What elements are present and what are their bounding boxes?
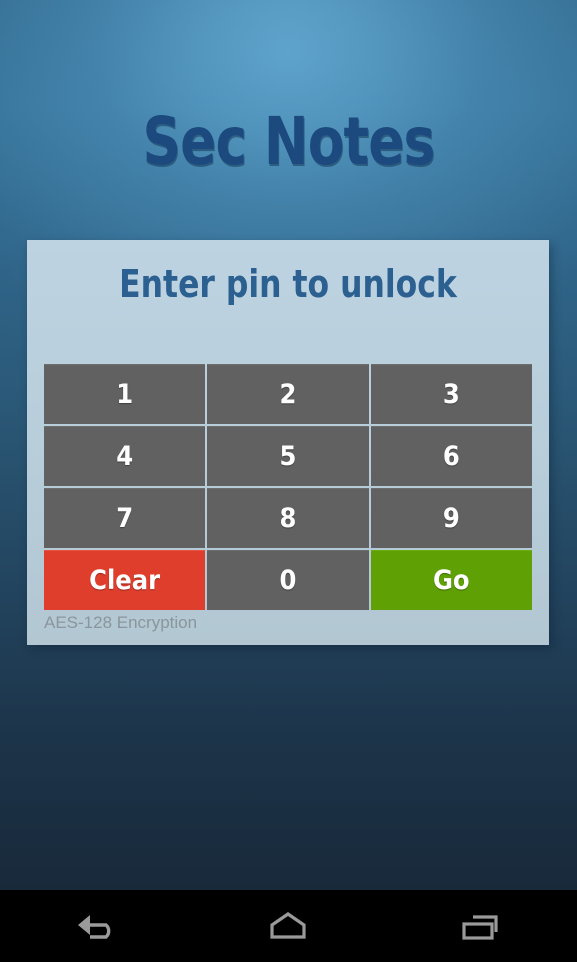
key-9[interactable]: 9 [370,488,532,548]
clear-button[interactable]: Clear [44,550,206,610]
phone-screen: Sec Notes Enter pin to unlock 123456789C… [0,0,577,962]
nav-back-button[interactable] [0,890,192,962]
encryption-note: AES-128 Encryption [44,613,198,632]
back-icon [68,906,124,946]
card-heading: Enter pin to unlock [119,262,457,306]
key-7[interactable]: 7 [44,488,206,548]
recents-icon [453,906,509,946]
key-1[interactable]: 1 [44,364,206,424]
key-3[interactable]: 3 [370,364,532,424]
home-icon [259,906,317,946]
key-8[interactable]: 8 [207,488,369,548]
pin-unlock-card: Enter pin to unlock 1 2 3 4 5 6 7 8 9 Clear 0 Go AE… [27,240,549,645]
app-title: Sec Notes [142,103,436,180]
android-navigation-bar [0,890,577,962]
key-0[interactable]: 0 [207,550,369,610]
keypad-row: 789 [44,488,532,548]
keypad-row: Clear 0 Go [44,550,532,610]
key-4[interactable]: 4 [44,426,206,486]
go-button[interactable]: Go [370,550,532,610]
keypad-row: 456 [44,426,532,486]
key-2[interactable]: 2 [207,364,369,424]
nav-recents-button[interactable] [385,890,577,962]
pin-keypad: 1 2 3 4 5 6 7 8 9 Clear 0 Go [44,364,532,610]
key-5[interactable]: 5 [207,426,369,486]
key-6[interactable]: 6 [370,426,532,486]
keypad-row: 123 [44,364,532,424]
nav-home-button[interactable] [192,890,384,962]
